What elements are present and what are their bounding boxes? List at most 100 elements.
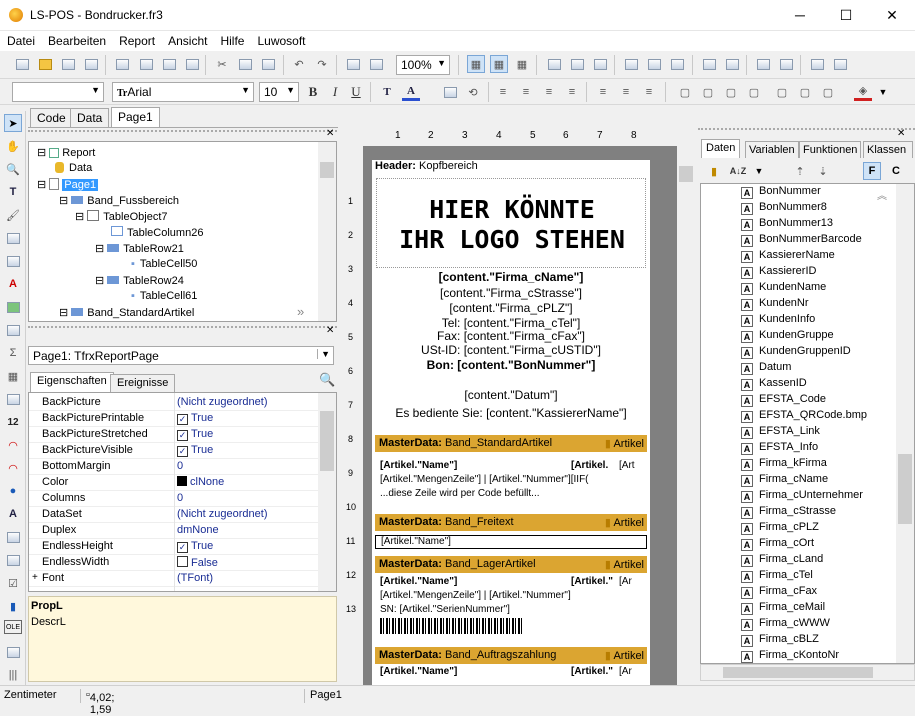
field-item[interactable]: A Firma_cWWW	[741, 617, 830, 631]
align-right-icon[interactable]	[591, 55, 609, 73]
font-settings-icon[interactable]: T	[378, 83, 396, 101]
tab-daten[interactable]: Daten	[701, 139, 741, 160]
property-value[interactable]: dmNone	[177, 524, 219, 536]
paste-icon[interactable]	[259, 55, 277, 73]
open-icon[interactable]	[36, 55, 54, 73]
gauge2-tool-icon[interactable]: ◠	[4, 459, 22, 477]
field-item[interactable]: A Firma_cName	[741, 473, 828, 487]
cross-tool-icon[interactable]	[4, 390, 22, 408]
property-value[interactable]: ✓ True	[177, 444, 213, 457]
valign-bottom-icon[interactable]: ≡	[640, 83, 658, 101]
grid-icon[interactable]: ▦	[467, 55, 485, 73]
collapse-all-icon[interactable]: ⇡	[791, 162, 809, 180]
tab-eigenschaften[interactable]: Eigenschaften	[30, 372, 114, 393]
field-item[interactable]: A BonNummer8	[741, 201, 827, 215]
fit-grid-icon[interactable]: ▦	[513, 55, 531, 73]
page-icon[interactable]	[113, 55, 131, 73]
text-justify-icon[interactable]: ≡	[563, 83, 581, 101]
same-width-icon[interactable]	[808, 55, 826, 73]
band-freitext[interactable]: MasterData: Band_Freitext ▮ Artikel	[375, 514, 647, 531]
property-checkbox[interactable]: ✓	[177, 542, 188, 553]
zip-tool-icon[interactable]	[4, 643, 22, 661]
chart-tool-icon[interactable]: ▮	[4, 597, 22, 615]
canvas-scrollbar[interactable]	[677, 146, 695, 685]
property-checkbox[interactable]: ✓	[177, 414, 188, 425]
close-data-panel-icon[interactable]: ✕	[897, 128, 905, 139]
text-align-right-icon[interactable]: ≡	[540, 83, 558, 101]
fill-color-icon[interactable]: ◈	[854, 83, 872, 101]
tab-code[interactable]: Code	[30, 108, 73, 127]
frame-left-icon[interactable]: ▢	[722, 83, 740, 101]
property-value[interactable]: (Nicht zugeordnet)	[177, 396, 268, 408]
menu-luwosoft[interactable]: Luwosoft	[250, 31, 311, 48]
property-value[interactable]: ✓ True	[177, 540, 213, 553]
tab-page1[interactable]: Page1	[111, 107, 160, 128]
category-icon[interactable]: C	[887, 162, 905, 180]
field-item[interactable]: A KundenNr	[741, 297, 809, 311]
frame-bottom-icon[interactable]: ▢	[699, 83, 717, 101]
tree-item[interactable]: ▪ TableCell61	[131, 290, 197, 302]
highlight-icon[interactable]	[441, 83, 459, 101]
band-auftragszahlung[interactable]: MasterData: Band_Auftragszahlung ▮ Artike…	[375, 647, 647, 664]
band-tool-icon[interactable]	[4, 229, 22, 247]
tree-item[interactable]: ⊟ Band_Fussbereich	[59, 194, 179, 207]
table-tool-icon[interactable]: ▦	[4, 367, 22, 385]
frame-right-icon[interactable]: ▢	[745, 83, 763, 101]
subreport-tool-icon[interactable]	[4, 321, 22, 339]
band-standard-artikel[interactable]: MasterData: Band_StandardArtikel ▮ Artike…	[375, 435, 647, 452]
field-item[interactable]: A KundenGruppe	[741, 329, 834, 343]
undo-icon[interactable]: ↶	[290, 55, 308, 73]
tree-item[interactable]: ⊟ Band_StandardArtikel	[59, 306, 194, 319]
tab-data[interactable]: Data	[70, 108, 110, 127]
sort-az-icon[interactable]: A↓Z	[729, 162, 747, 180]
field-item[interactable]: A Firma_cLand	[741, 553, 823, 567]
tree-item-selected[interactable]: ⊟ Page1	[37, 178, 99, 191]
tree-item[interactable]: ▪ TableCell50	[131, 258, 197, 270]
field-item[interactable]: A Firma_cPLZ	[741, 521, 819, 535]
group-icon[interactable]	[344, 55, 362, 73]
size-select[interactable]: 10 ▼	[259, 82, 299, 102]
field-item[interactable]: A EFSTA_Code	[741, 393, 826, 407]
frame-top-icon[interactable]: ▢	[676, 83, 694, 101]
field-item[interactable]: A Firma_cTel	[741, 569, 813, 583]
minimize-button[interactable]: ─	[777, 0, 823, 31]
delete-page-icon[interactable]	[160, 55, 178, 73]
property-value[interactable]: (Nicht zugeordnet)	[177, 508, 268, 520]
copy-page-icon[interactable]	[137, 55, 155, 73]
close-inspector-icon[interactable]: ✕	[326, 325, 334, 336]
property-value[interactable]: (TFont)	[177, 572, 213, 584]
field-item[interactable]: A EFSTA_Info	[741, 441, 818, 455]
ole-tool-icon[interactable]: OLE	[4, 620, 22, 634]
map-tool-icon[interactable]: ●	[4, 482, 22, 500]
menu-bearbeiten[interactable]: Bearbeiten	[41, 31, 112, 48]
menu-datei[interactable]: Datei	[0, 31, 41, 48]
valign-top-icon[interactable]: ≡	[594, 83, 612, 101]
shadow-icon[interactable]: ▢	[819, 83, 837, 101]
property-value[interactable]: clNone	[177, 476, 224, 488]
frame-all-icon[interactable]: ▢	[773, 83, 791, 101]
field-item[interactable]: A KassenID	[741, 377, 807, 391]
field-item[interactable]: A Datum	[741, 361, 791, 375]
tab-ereignisse[interactable]: Ereignisse	[110, 374, 176, 393]
diagram-tool-icon[interactable]	[4, 551, 22, 569]
field-item[interactable]: A Firma_cOrt	[741, 537, 814, 551]
redo-icon[interactable]: ↷	[313, 55, 331, 73]
space-v-icon[interactable]	[723, 55, 741, 73]
hand-tool-icon[interactable]: ✋	[4, 137, 22, 155]
property-value[interactable]: ✓ True	[177, 412, 213, 425]
field-item[interactable]: A KassiererName	[741, 249, 835, 263]
field-item[interactable]: A EFSTA_QRCode.bmp	[741, 409, 867, 423]
tree-expand-icon[interactable]: »	[297, 304, 304, 319]
property-scrollbar[interactable]	[318, 393, 336, 591]
same-height-icon[interactable]	[831, 55, 849, 73]
tree-item[interactable]: Data	[55, 162, 92, 174]
text-align-center-icon[interactable]: ≡	[517, 83, 535, 101]
field-item[interactable]: A KundenInfo	[741, 313, 815, 327]
field-item[interactable]: A Firma_cFax	[741, 585, 817, 599]
zoom-select[interactable]: 100% ▼	[396, 55, 450, 75]
ungroup-icon[interactable]	[367, 55, 385, 73]
field-mode-icon[interactable]: F	[863, 162, 881, 180]
object-selector[interactable]: Page1: TfrxReportPage ▼	[28, 346, 334, 365]
underline-button[interactable]: U	[347, 83, 365, 101]
align-top-icon[interactable]	[622, 55, 640, 73]
